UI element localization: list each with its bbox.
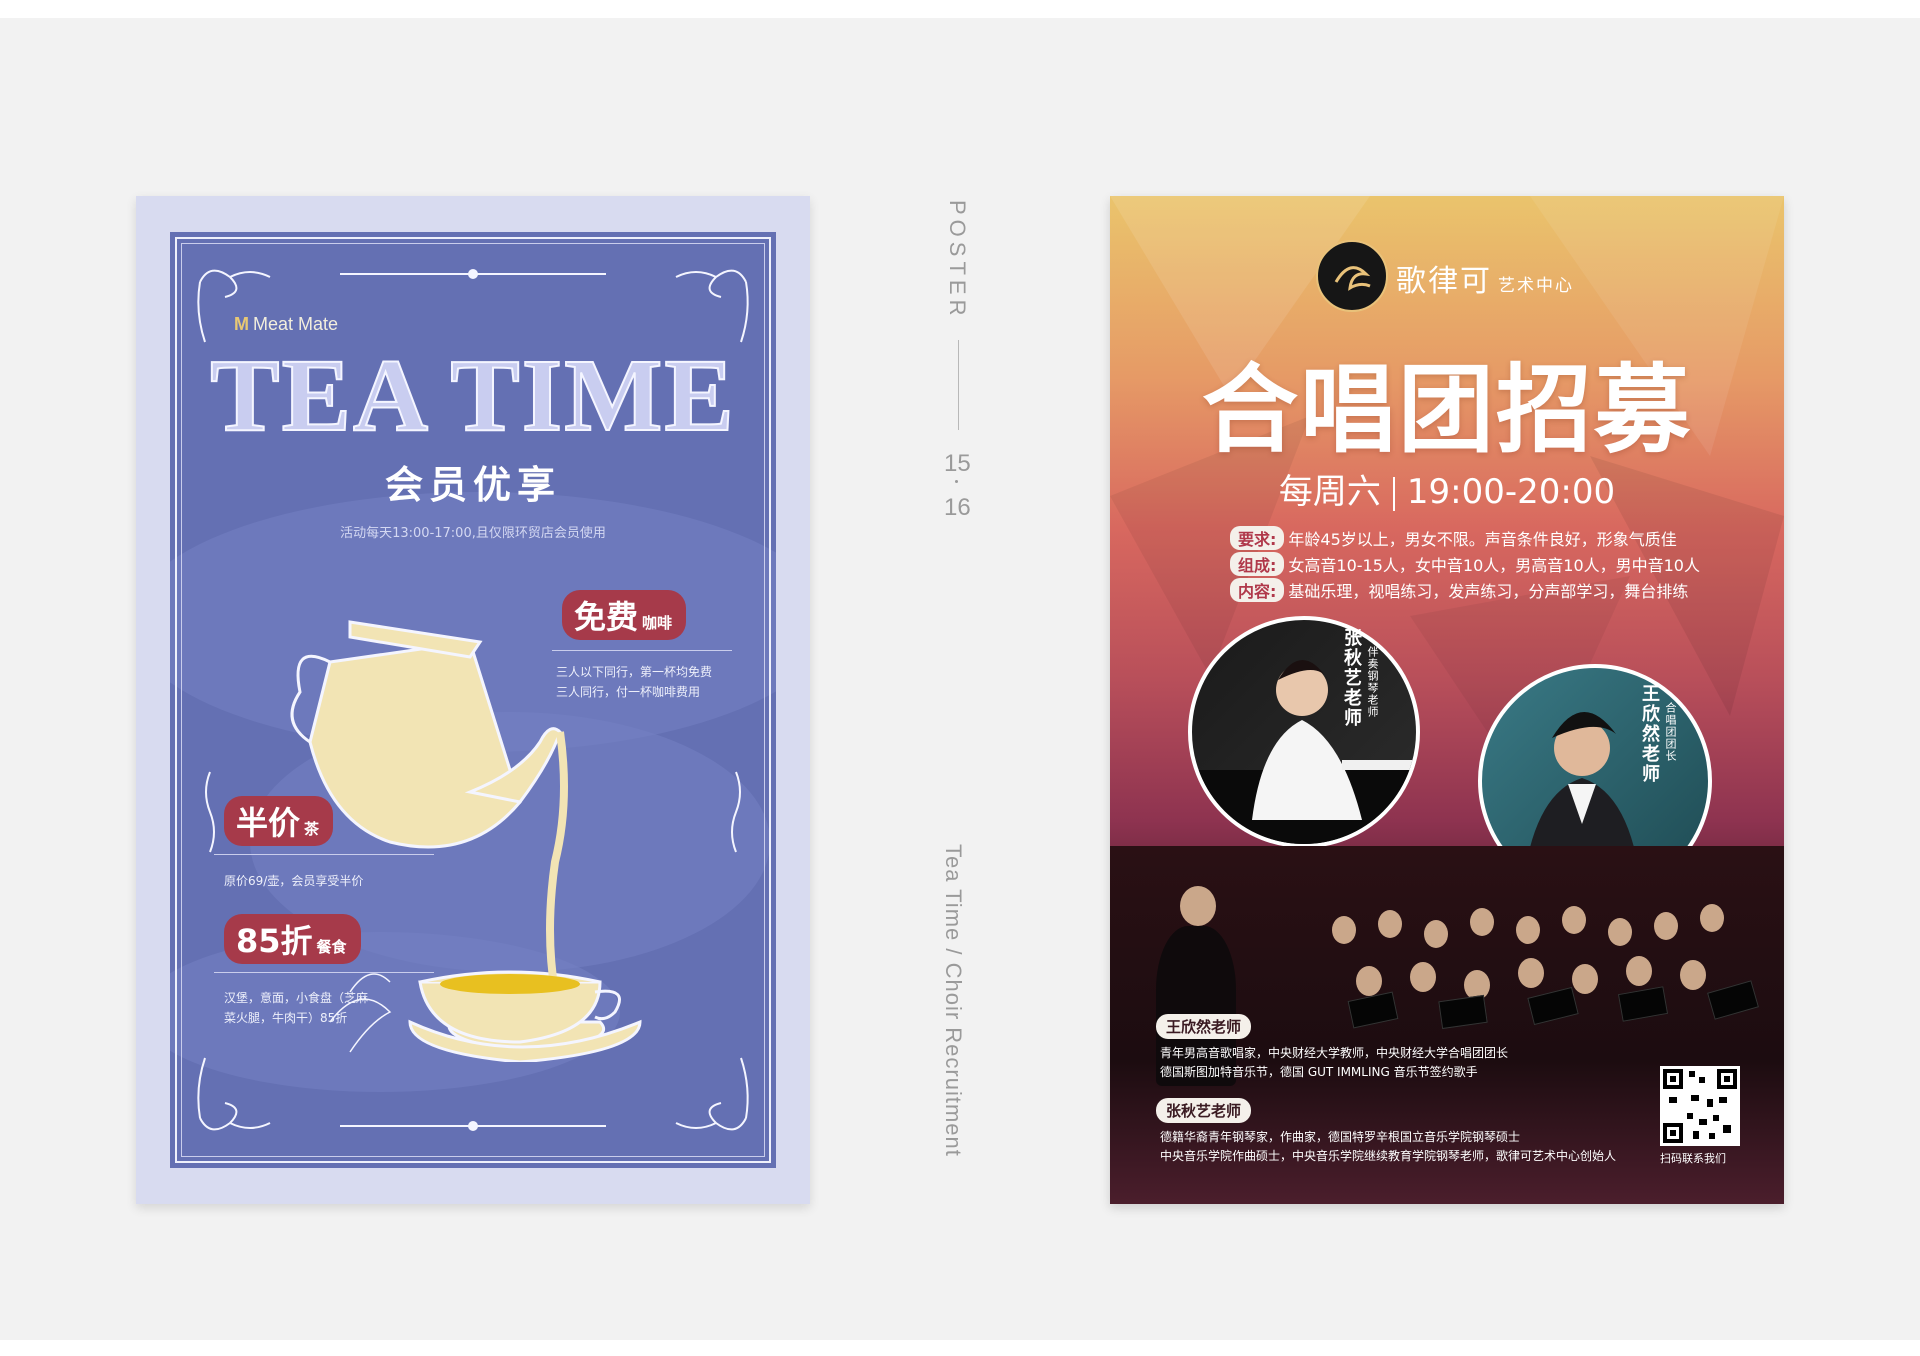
brand-subtext: 艺术中心: [1498, 276, 1574, 296]
singer-head: [1516, 916, 1540, 944]
schedule-divider: [1392, 476, 1395, 511]
vertical-divider: [958, 340, 959, 430]
requirement-text: 女高音10-15人，女中音10人，男高音10人，男中音10人: [1288, 556, 1700, 575]
bio-name-tag-1: 王欣然老师: [1156, 1014, 1252, 1039]
teacher-name-1: 张秋艺老师: [1341, 628, 1362, 728]
badge-small: 咖啡: [642, 614, 673, 632]
badge-small: 餐食: [316, 938, 347, 956]
page-number-next: 16: [944, 494, 971, 521]
singer-head: [1332, 916, 1356, 944]
singer-head: [1410, 962, 1436, 992]
divider: [214, 972, 434, 973]
requirement-tag: 内容:: [1230, 578, 1285, 602]
requirement-text: 基础乐理，视唱练习，发声练习，分声部学习，舞台排练: [1288, 582, 1689, 601]
badge-label: 免费: [574, 598, 639, 636]
music-folder: [1707, 980, 1759, 1020]
requirement-tag: 组成:: [1230, 552, 1285, 576]
divider: [214, 854, 434, 855]
poster-title: 合唱团招募: [1202, 354, 1692, 466]
schedule: 每周六 19:00-20:00: [1110, 464, 1784, 513]
half-price-text: 原价69/壶，会员享受半价: [224, 874, 364, 888]
qr-code-icon: [1660, 1066, 1740, 1146]
text-line: 三人同行，付一杯咖啡费用: [556, 685, 701, 699]
singer-head: [1562, 906, 1586, 934]
bottom-strip: [0, 1340, 1920, 1356]
bio-text-1: 青年男高音歌唱家，中央财经大学教师，中央财经大学合唱团团长 德国斯图加特音乐节，…: [1160, 1044, 1508, 1082]
bio-line: 德籍华裔青年钢琴家，作曲家，德国特罗辛根国立音乐学院钢琴硕士: [1160, 1130, 1521, 1144]
poster-label: POSTER: [945, 200, 970, 321]
teacher-role-1: 伴奏钢琴老师: [1366, 646, 1379, 718]
schedule-day: 每周六: [1278, 472, 1381, 512]
discount-badge: 85折 餐食: [224, 914, 361, 964]
conductor-head: [1180, 886, 1216, 926]
bio-text-2: 德籍华裔青年钢琴家，作曲家，德国特罗辛根国立音乐学院钢琴硕士 中央音乐学院作曲硕…: [1160, 1128, 1616, 1166]
badge-small: 茶: [304, 820, 320, 838]
singer-head: [1378, 910, 1402, 938]
brand-name: 歌律可 艺术中心: [1396, 256, 1574, 300]
requirement-row: 要求: 年龄45岁以上，男女不限。声音条件良好，形象气质佳: [1230, 526, 1677, 550]
badge-label: 85折: [236, 922, 313, 960]
qr-caption: 扫码联系我们: [1660, 1152, 1726, 1165]
singer-head: [1356, 966, 1382, 996]
brand-name: Meat Mate: [253, 314, 339, 334]
requirement-tag: 要求:: [1230, 526, 1285, 550]
poster-title: TEA TIME: [209, 338, 736, 453]
teacher-name-2: 王欣然老师: [1639, 684, 1660, 784]
requirement-row: 组成: 女高音10-15人，女中音10人，男高音10人，男中音10人: [1230, 552, 1700, 576]
singer-head: [1572, 964, 1598, 994]
music-folder: [1347, 991, 1399, 1029]
singer-head: [1470, 908, 1494, 936]
text-line: 汉堡，意面，小食盘（芝麻: [224, 991, 369, 1005]
page-number-current: 15: [944, 450, 971, 477]
requirement-text: 年龄45岁以上，男女不限。声音条件良好，形象气质佳: [1288, 530, 1677, 549]
singer-head: [1680, 960, 1706, 990]
tea-time-poster: M Meat Mate TEA TIME 会员优享 活动每天13:00-17:00…: [136, 196, 810, 1204]
half-price-badge: 半价茶: [224, 796, 334, 846]
text-line: 菜火腿，牛肉干）85折: [224, 1011, 348, 1025]
schedule-time: 19:00-20:00: [1406, 472, 1616, 512]
brand-mark-icon: M: [234, 314, 249, 334]
top-strip: [0, 0, 1920, 18]
choir-poster: 歌律可 艺术中心 合唱团招募 每周六 19:00-20:00 要求: 年龄45岁以上，…: [1110, 196, 1784, 1204]
brand-text: 歌律可: [1396, 264, 1492, 299]
activity-note: 活动每天13:00-17:00,且仅限环贸店会员使用: [340, 526, 606, 541]
page-separator: [955, 480, 958, 483]
requirement-row: 内容: 基础乐理，视唱练习，发声练习，分声部学习，舞台排练: [1230, 578, 1688, 602]
teacher-role-2: 合唱团团长: [1664, 702, 1677, 762]
divider: [552, 650, 732, 651]
bio-line: 中央音乐学院作曲硕士，中央音乐学院继续教育学院钢琴老师，歌律可艺术中心创始人: [1160, 1149, 1617, 1163]
text-line: 三人以下同行，第一杯均免费: [556, 665, 713, 679]
singer-head: [1608, 918, 1632, 946]
singer-head: [1424, 920, 1448, 948]
tea-poster-panel: M Meat Mate TEA TIME 会员优享 活动每天13:00-17:00…: [170, 232, 776, 1168]
singer-head: [1700, 904, 1724, 932]
music-folder: [1617, 986, 1669, 1022]
badge-label: 半价: [236, 804, 301, 842]
singer-head: [1654, 912, 1678, 940]
free-coffee-text: 三人以下同行，第一杯均免费 三人同行，付一杯咖啡费用: [556, 662, 712, 702]
singer-head: [1518, 958, 1544, 988]
pianist-image: [1192, 660, 1416, 844]
bio-line: 德国斯图加特音乐节，德国 GUT IMMLING 音乐节签约歌手: [1160, 1065, 1478, 1079]
singer-head: [1626, 956, 1652, 986]
bio-name-tag-2: 张秋艺老师: [1156, 1098, 1252, 1123]
bio-line: 青年男高音歌唱家，中央财经大学教师，中央财经大学合唱团团长: [1160, 1046, 1509, 1060]
poster-subtitle: 会员优享: [384, 463, 561, 507]
brand-logo: M Meat Mate: [234, 314, 338, 335]
teacher-photo-1: [1188, 616, 1420, 848]
music-folder: [1527, 986, 1579, 1026]
page-caption: Tea Time / Choir Recruitment: [941, 844, 966, 1157]
music-folder: [1438, 994, 1488, 1030]
free-coffee-badge: 免费 咖啡: [562, 590, 687, 640]
brand-logo-icon: [1316, 240, 1388, 312]
discount-text: 汉堡，意面，小食盘（芝麻 菜火腿，牛肉干）85折: [224, 988, 368, 1028]
